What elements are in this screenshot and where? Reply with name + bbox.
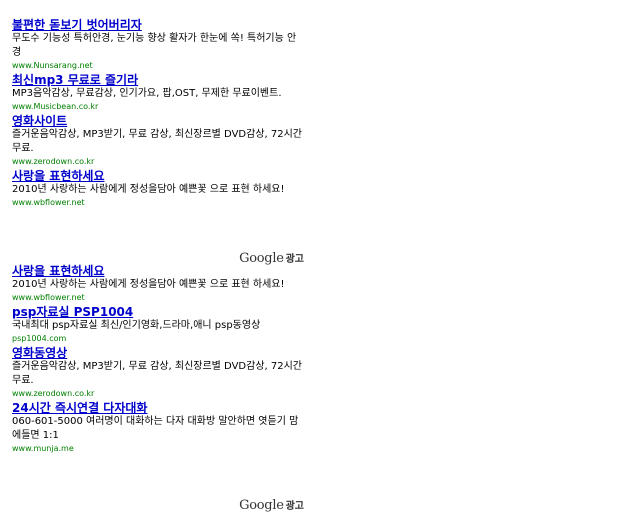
ad-item: 최신mp3 무료로 즐기라 MP3음악감상, 무료감상, 인기가요, 팝,OST… (12, 73, 304, 112)
ad-url-link[interactable]: www.munja.me (12, 443, 304, 454)
ad-title-link[interactable]: 24시간 즉시연결 다자대화 (12, 401, 304, 415)
ad-title-link[interactable]: 최신mp3 무료로 즐기라 (12, 73, 304, 87)
ad-title-link[interactable]: 영화사이트 (12, 114, 304, 128)
ad-description: 즐거운음악감상, MP3받기, 무료 감상, 최신장르별 DVD감상, 72시간… (12, 361, 302, 386)
ad-item: 사랑을 표현하세요 2010년 사랑하는 사람에게 정성을담아 예쁜꽃 으로 표… (12, 264, 304, 303)
ad-description: MP3음악감상, 무료감상, 인기가요, 팝,OST, 무제한 무료이벤트. (12, 88, 282, 99)
ad-item: 사랑을 표현하세요 2010년 사랑하는 사람에게 정성을담아 예쁜꽃 으로 표… (12, 169, 304, 208)
ad-unit-2: 사랑을 표현하세요 2010년 사랑하는 사람에게 정성을담아 예쁜꽃 으로 표… (12, 264, 304, 456)
ad-title-link[interactable]: 사랑을 표현하세요 (12, 264, 304, 278)
ad-unit-1: 불편한 돋보기 벗어버리자 무도수 기능성 특허안경, 눈기능 향상 활자가 한… (12, 18, 304, 210)
google-ads-footer[interactable]: Google 광고 (12, 494, 304, 513)
ad-url-link[interactable]: www.zerodown.co.kr (12, 388, 304, 399)
google-logo[interactable]: Google (239, 498, 284, 513)
ad-description: 2010년 사랑하는 사람에게 정성을담아 예쁜꽃 으로 표현 하세요! (12, 279, 285, 290)
ad-title-link[interactable]: 영화동영상 (12, 346, 304, 360)
ad-title-link[interactable]: psp자료실 PSP1004 (12, 305, 304, 319)
ad-url-link[interactable]: www.zerodown.co.kr (12, 156, 304, 167)
ad-url-link[interactable]: www.wbflower.net (12, 197, 304, 208)
ad-item: 불편한 돋보기 벗어버리자 무도수 기능성 특허안경, 눈기능 향상 활자가 한… (12, 18, 304, 71)
ad-description: 060-601-5000 여러명이 대화하는 다자 대화방 말안하면 엿듣기 맘… (12, 416, 299, 441)
ad-description: 즐거운음악감상, MP3받기, 무료 감상, 최신장르별 DVD감상, 72시간… (12, 129, 302, 154)
ad-url-link[interactable]: psp1004.com (12, 333, 304, 344)
ads-label[interactable]: 광고 (286, 501, 304, 512)
ad-title-link[interactable]: 사랑을 표현하세요 (12, 169, 304, 183)
ad-url-link[interactable]: www.Musicbean.co.kr (12, 101, 304, 112)
ad-item: psp자료실 PSP1004 국내최대 psp자료실 최신/인기영화,드라마,애… (12, 305, 304, 344)
ad-url-link[interactable]: www.Nunsarang.net (12, 60, 304, 71)
ad-item: 영화사이트 즐거운음악감상, MP3받기, 무료 감상, 최신장르별 DVD감상… (12, 114, 304, 167)
ad-description: 무도수 기능성 특허안경, 눈기능 향상 활자가 한눈에 쏙! 특허기능 안경 (12, 33, 297, 58)
ad-title-link[interactable]: 불편한 돋보기 벗어버리자 (12, 18, 304, 32)
ad-url-link[interactable]: www.wbflower.net (12, 292, 304, 303)
ad-item: 영화동영상 즐거운음악감상, MP3받기, 무료 감상, 최신장르별 DVD감상… (12, 346, 304, 399)
ad-description: 2010년 사랑하는 사람에게 정성을담아 예쁜꽃 으로 표현 하세요! (12, 184, 285, 195)
ad-item: 24시간 즉시연결 다자대화 060-601-5000 여러명이 대화하는 다자… (12, 401, 304, 454)
ad-description: 국내최대 psp자료실 최신/인기영화,드라마,애니 psp동영상 (12, 320, 261, 331)
